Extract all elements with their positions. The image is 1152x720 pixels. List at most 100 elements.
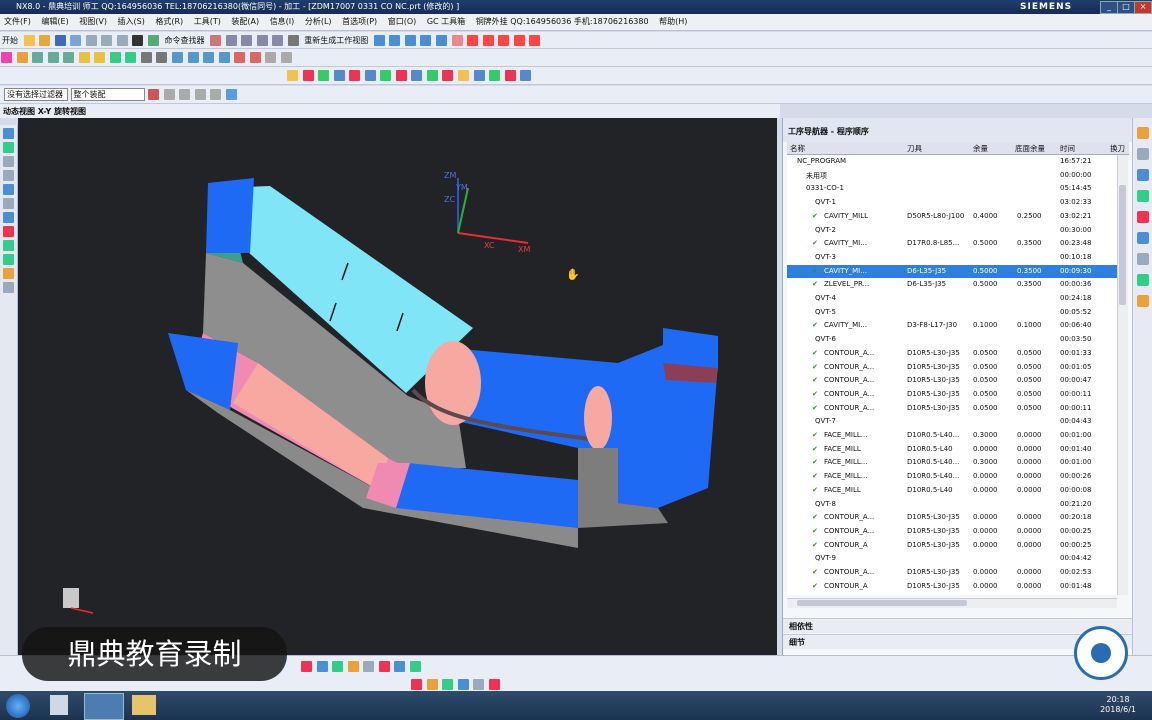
view-cube-icon[interactable] [389,35,401,46]
operation-icon-11[interactable] [442,70,454,81]
save-icon[interactable] [54,35,66,46]
bottom-tool-7-icon[interactable] [394,661,406,672]
operation-row[interactable]: ✔ CONTOUR_A... D10R5-L30-J35 0.0000 0.0000 00… [787,566,1117,580]
operation-icon-4[interactable] [333,70,345,81]
cut-icon[interactable] [85,35,97,46]
operation-icon-15[interactable] [504,70,516,81]
navigator-vscroll[interactable] [1117,155,1128,595]
top-view-icon[interactable] [420,35,432,46]
menu-preferences[interactable]: 首选项(P) [338,14,381,29]
bottom-tool-8-icon[interactable] [409,661,421,672]
menu-gc-toolbox[interactable]: GC 工具箱 [423,14,469,29]
operation-row[interactable]: QVT-1 03:02:33 [787,196,1117,210]
create-program-icon[interactable] [1,52,12,63]
operation-row[interactable]: ✔ CAVITY_MI... D6-L35-J35 0.5000 0.3500 00:09… [787,264,1117,279]
menu-window[interactable]: 窗口(O) [384,14,421,29]
command-finder-button[interactable]: 命令查找器 [162,35,206,46]
pan-icon[interactable] [256,35,268,46]
col-name[interactable]: 名称 [790,143,805,154]
bottom-tool-2-icon[interactable] [316,661,328,672]
create-method-icon[interactable] [47,52,59,63]
minimize-button[interactable]: _ [1100,1,1118,14]
operation-row[interactable]: ✔ FACE_MILL D10R0.5-L40 0.0000 0.0000 00:00:0… [787,484,1117,498]
postprocess-icon[interactable] [140,52,152,63]
left-tool-5-icon[interactable] [3,184,14,195]
zoom-icon[interactable] [241,35,253,46]
operation-icon-13[interactable] [473,70,485,81]
left-tool-2-icon[interactable] [3,142,14,153]
operation-icon-10[interactable] [426,70,438,81]
operation-row[interactable]: QVT-3 00:10:18 [787,251,1117,265]
view-triad-cube[interactable] [63,588,79,608]
operation-row[interactable]: ✔ CONTOUR_A... D10R5-L30-J35 0.0500 0.0500 00… [787,361,1117,375]
taskbar-explorer-icon[interactable] [132,695,156,715]
regen-icon[interactable] [287,35,299,46]
operation-row[interactable]: ✔ CONTOUR_A... D10R5-L30-J35 0.0500 0.0500 00… [787,402,1117,416]
fit-view-icon[interactable] [225,35,237,46]
operation-row[interactable]: QVT-8 00:21:20 [787,498,1117,512]
left-tool-7-icon[interactable] [3,212,14,223]
operation-row[interactable]: QVT-7 00:04:43 [787,415,1117,429]
bottom-tool-13-icon[interactable] [473,679,485,690]
list-icon[interactable] [280,52,292,63]
left-tool-12-icon[interactable] [3,282,14,293]
delete-icon[interactable] [132,35,144,46]
geometry-view-icon[interactable] [203,52,215,63]
menu-info[interactable]: 信息(I) [266,14,299,29]
paint-icon[interactable] [210,35,222,46]
menu-help[interactable]: 帮助(H) [655,14,691,29]
new-file-icon[interactable] [23,35,35,46]
bottom-tool-12-icon[interactable] [457,679,469,690]
operation-row[interactable]: QVT-6 00:03:50 [787,333,1117,347]
bottom-tool-4-icon[interactable] [347,661,359,672]
left-tool-4-icon[interactable] [3,170,14,181]
taskbar-clock[interactable]: 20:18 2018/6/1 [1100,695,1136,715]
display-icon[interactable] [265,52,277,63]
copy-layer-icon[interactable] [513,35,525,46]
menu-tools[interactable]: 工具(T) [190,14,225,29]
replay-path-icon[interactable] [94,52,106,63]
bottom-tool-14-icon[interactable] [488,679,500,690]
left-tool-3-icon[interactable] [3,156,14,167]
operation-row[interactable]: ✔ FACE_MILL D10R0.5-L40 0.0000 0.0000 00:01:4… [787,443,1117,457]
operation-row[interactable]: ✔ FACE_MILL... D10R0.5-L40... 0.3000 0.0000 0… [787,429,1117,443]
resource-part-nav-icon[interactable] [1136,169,1149,181]
col-floor-stock[interactable]: 底面余量 [1015,143,1045,154]
close-button[interactable]: × [1134,1,1152,14]
menu-insert[interactable]: 插入(S) [114,14,149,29]
left-tool-8-icon[interactable] [3,226,14,237]
bottom-tool-3-icon[interactable] [332,661,344,672]
resource-history-icon[interactable] [1136,253,1149,265]
bottom-tool-5-icon[interactable] [363,661,375,672]
operation-row[interactable]: ✔ CONTOUR_A... D10R5-L30-J35 0.0500 0.0500 00… [787,347,1117,361]
bottom-tool-1-icon[interactable] [301,661,312,672]
operation-row[interactable]: ✔ ZLEVEL_PR... D6-L35-J35 0.5000 0.3500 00:00… [787,278,1117,292]
operation-row[interactable]: ✔ CAVITY_MI... D17R0.8-L85... 0.5000 0.3500 0… [787,237,1117,251]
dependencies-section[interactable]: 相依性 [783,618,1133,633]
rotate-icon[interactable] [272,35,284,46]
col-time[interactable]: 时间 [1060,143,1075,154]
menu-edit[interactable]: 编辑(E) [37,14,72,29]
left-tool-1-icon[interactable] [3,128,14,139]
select-filter-dropdown[interactable]: 没有选择过滤器 [4,88,68,101]
operation-row[interactable]: ✔ CONTOUR_A... D10R5-L30-J35 0.0000 0.0000 00… [787,525,1117,539]
operation-row[interactable]: ✔ FACE_MILL... D10R0.5-L40... 0.3000 0.0000 0… [787,456,1117,470]
bottom-tool-9-icon[interactable] [411,679,422,690]
col-tool[interactable]: 刀具 [907,143,922,154]
operation-icon-8[interactable] [395,70,407,81]
create-geometry-icon[interactable] [32,52,44,63]
operation-icon-6[interactable] [364,70,376,81]
front-view-icon[interactable] [436,35,448,46]
operation-row[interactable]: ✔ CAVITY_MI... D3-F8-L17-J30 0.1000 0.1000 00… [787,319,1117,333]
menu-format[interactable]: 格式(R) [151,14,187,29]
bottom-tool-11-icon[interactable] [442,679,454,690]
operation-icon-9[interactable] [411,70,423,81]
left-tool-11-icon[interactable] [3,268,14,279]
paste-op-icon[interactable] [249,52,261,63]
simulate-icon[interactable] [125,52,137,63]
wcs-icon[interactable] [225,89,237,100]
resource-assembly-icon[interactable] [1136,127,1149,139]
maximize-button[interactable]: □ [1117,1,1135,14]
snap-icon[interactable] [148,89,160,100]
shade-icon[interactable] [373,35,385,46]
